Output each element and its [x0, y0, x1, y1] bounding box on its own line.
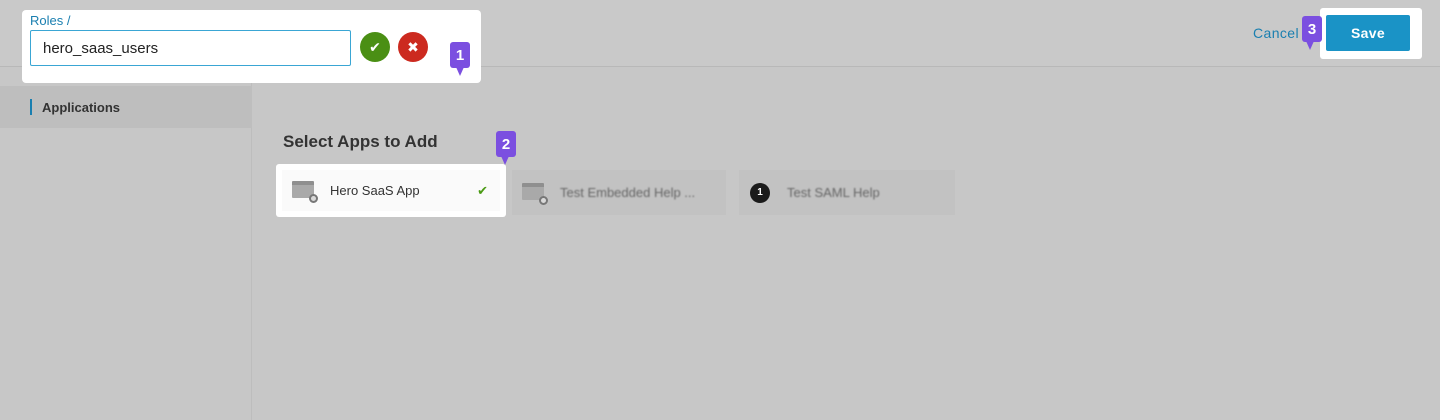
role-name-editor: Roles / ✔ ✖	[22, 10, 481, 83]
app-name: Hero SaaS App	[330, 183, 420, 198]
step-marker-2: 2	[496, 131, 516, 165]
role-name-input[interactable]	[30, 30, 351, 66]
sidebar: Applications	[0, 68, 252, 420]
app-name: Test Embedded Help ...	[560, 185, 696, 200]
confirm-button[interactable]: ✔	[360, 32, 390, 62]
close-icon: ✖	[407, 38, 419, 55]
app-name: Test SAML Help	[787, 185, 880, 200]
check-icon: ✔	[477, 182, 488, 198]
breadcrumb[interactable]: Roles /	[30, 13, 70, 28]
save-highlight: Save	[1320, 8, 1422, 59]
step-marker-1: 1	[450, 42, 470, 76]
section-title: Select Apps to Add	[283, 132, 438, 151]
check-icon: ✔	[369, 38, 381, 55]
badge-icon: 1	[750, 182, 770, 203]
step-marker-3: 3	[1302, 16, 1322, 50]
save-button[interactable]: Save	[1326, 15, 1410, 51]
sidebar-item-applications[interactable]: Applications	[0, 86, 252, 128]
app-card-test-embedded-help[interactable]: Test Embedded Help ...	[512, 170, 726, 215]
discard-button[interactable]: ✖	[398, 32, 428, 62]
cancel-link[interactable]: Cancel	[1253, 25, 1299, 41]
app-card-test-saml-help[interactable]: 1 Test SAML Help	[739, 170, 955, 215]
app-card-hero-saas[interactable]: Hero SaaS App ✔	[276, 164, 506, 217]
sidebar-item-label: Applications	[42, 99, 121, 115]
app-card-inner: Hero SaaS App ✔	[282, 170, 500, 211]
window-search-icon	[292, 180, 318, 203]
active-indicator	[30, 99, 32, 115]
window-search-icon	[522, 182, 548, 205]
